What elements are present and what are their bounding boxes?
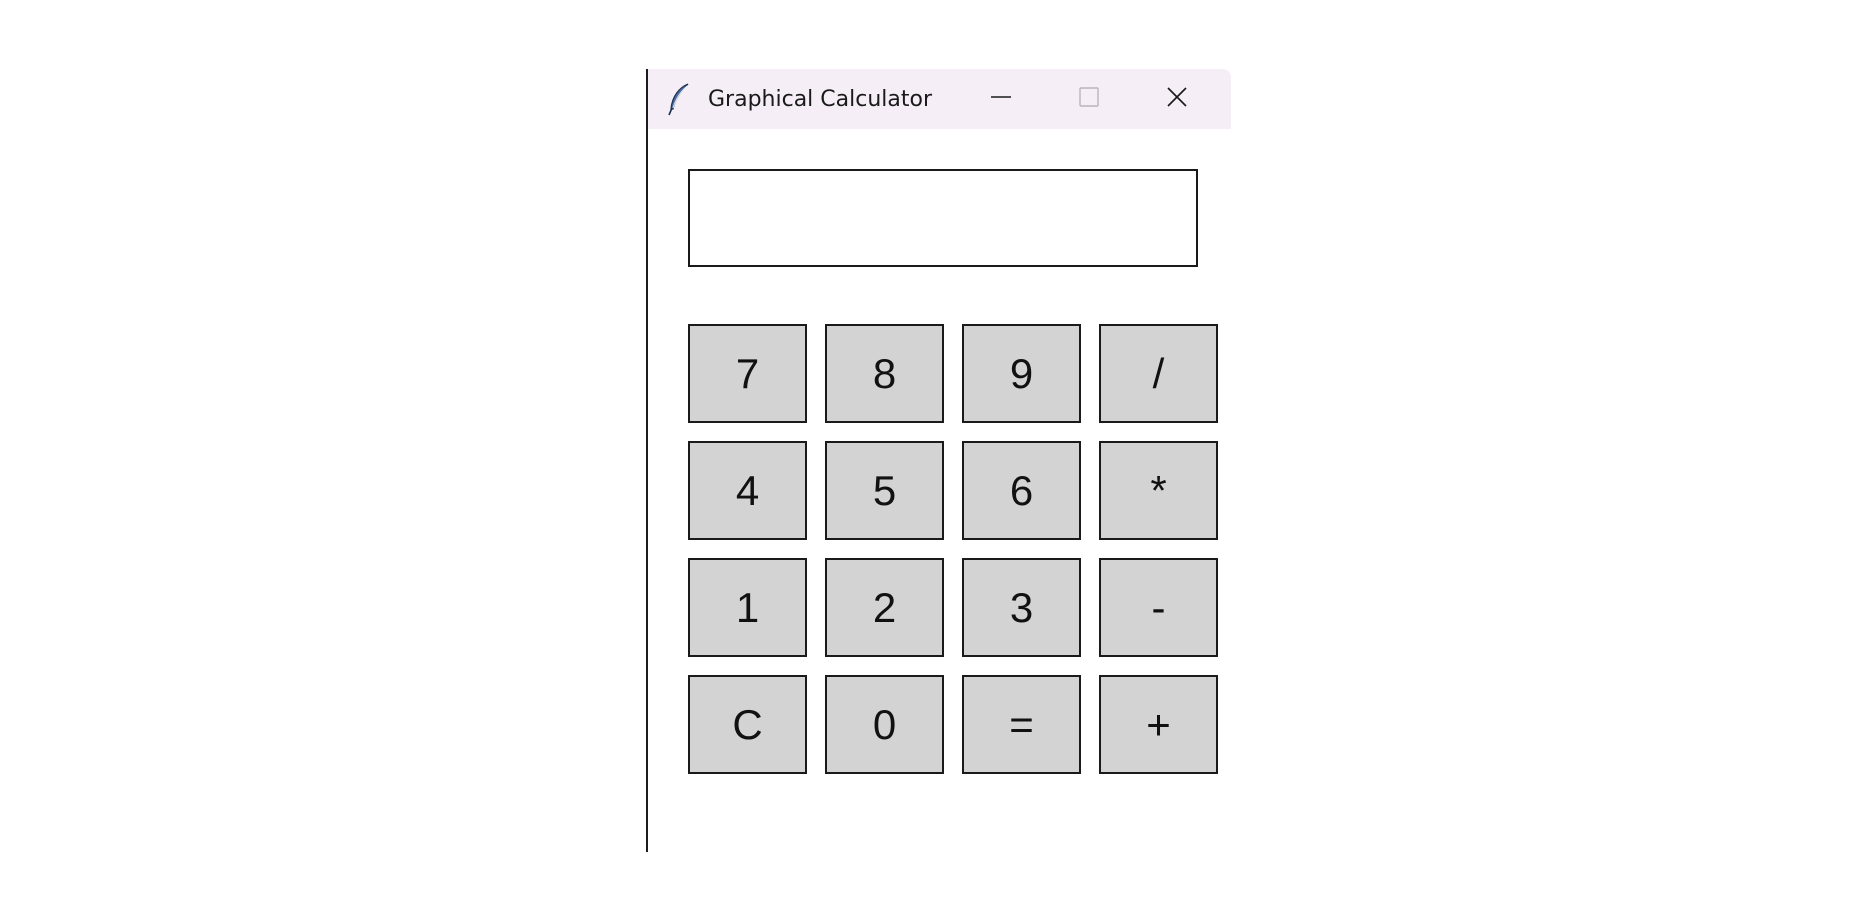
key-multiply[interactable]: * <box>1099 441 1218 540</box>
key-divide[interactable]: / <box>1099 324 1218 423</box>
calculator-display[interactable] <box>688 169 1198 267</box>
key-7[interactable]: 7 <box>688 324 807 423</box>
key-add[interactable]: + <box>1099 675 1218 774</box>
key-4[interactable]: 4 <box>688 441 807 540</box>
key-0[interactable]: 0 <box>825 675 944 774</box>
key-9[interactable]: 9 <box>962 324 1081 423</box>
key-clear[interactable]: C <box>688 675 807 774</box>
key-1[interactable]: 1 <box>688 558 807 657</box>
maximize-icon <box>1078 86 1100 113</box>
key-5[interactable]: 5 <box>825 441 944 540</box>
close-icon <box>1166 86 1188 113</box>
key-8[interactable]: 8 <box>825 324 944 423</box>
calculator-window: Graphical Calculator 7 8 9 / 4 5 6 * 1 2… <box>646 69 1231 852</box>
window-title: Graphical Calculator <box>708 87 932 112</box>
key-3[interactable]: 3 <box>962 558 1081 657</box>
key-equals[interactable]: = <box>962 675 1081 774</box>
key-6[interactable]: 6 <box>962 441 1081 540</box>
title-bar[interactable]: Graphical Calculator <box>648 69 1231 129</box>
feather-icon <box>666 82 692 116</box>
key-subtract[interactable]: - <box>1099 558 1218 657</box>
minimize-icon <box>990 86 1012 113</box>
minimize-button[interactable] <box>961 69 1041 129</box>
close-button[interactable] <box>1137 69 1217 129</box>
key-2[interactable]: 2 <box>825 558 944 657</box>
maximize-button[interactable] <box>1049 69 1129 129</box>
